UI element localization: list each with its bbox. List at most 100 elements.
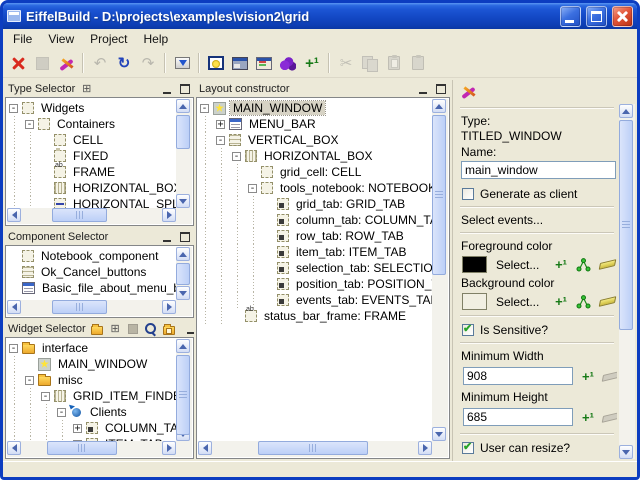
- panel-minimize-button[interactable]: [417, 84, 430, 95]
- scroll-down-button[interactable]: [176, 286, 190, 300]
- tile-view-button[interactable]: ⊞: [79, 82, 94, 97]
- scroll-right-button[interactable]: [162, 208, 176, 222]
- tree-row[interactable]: Notebook_component: [7, 248, 192, 264]
- scroll-up-button[interactable]: [176, 339, 190, 353]
- panel-maximize-button[interactable]: [178, 84, 191, 95]
- tree-row[interactable]: Basic_file_about_menu_bar: [7, 280, 192, 296]
- apply-recursive-icon[interactable]: [576, 258, 591, 272]
- title-bar[interactable]: EiffelBuild - D:\projects\examples\visio…: [3, 3, 637, 29]
- minimum-width-input[interactable]: [463, 367, 573, 385]
- menu-file[interactable]: File: [5, 30, 40, 48]
- vertical-scrollbar[interactable]: [432, 99, 448, 441]
- tree-row[interactable]: -tools_notebook: NOTEBOOK: [198, 180, 448, 196]
- scrollbar-thumb[interactable]: [176, 115, 190, 149]
- scroll-up-button[interactable]: [619, 104, 633, 118]
- minimize-button[interactable]: [560, 6, 581, 27]
- scroll-down-button[interactable]: [432, 427, 446, 441]
- collapse-icon[interactable]: -: [25, 376, 34, 385]
- select-events-button[interactable]: Select events...: [461, 213, 615, 227]
- panel-minimize-button[interactable]: [185, 324, 194, 335]
- scroll-left-button[interactable]: [198, 441, 212, 455]
- tree-row[interactable]: item_tab: ITEM_TAB: [198, 244, 448, 260]
- tree-row[interactable]: events_tab: EVENTS_TAB: [198, 292, 448, 308]
- expand-icon[interactable]: +: [73, 424, 82, 433]
- tree-row[interactable]: grid_tab: GRID_TAB: [198, 196, 448, 212]
- import-project-button[interactable]: [170, 51, 194, 75]
- tree-row[interactable]: FIXED: [7, 148, 192, 164]
- name-input[interactable]: [461, 161, 616, 179]
- paste-special-button[interactable]: [382, 51, 406, 75]
- scroll-left-button[interactable]: [7, 441, 21, 455]
- tree-row[interactable]: MAIN_WINDOW: [7, 356, 192, 372]
- scrollbar-thumb[interactable]: [432, 115, 446, 275]
- user-can-resize-checkbox[interactable]: ✔: [462, 442, 474, 454]
- scrollbar-thumb[interactable]: [52, 208, 107, 222]
- tree-row[interactable]: +COLUMN_TAB: [7, 420, 192, 436]
- close-button[interactable]: [612, 6, 633, 27]
- panel-minimize-button[interactable]: [161, 232, 174, 243]
- menu-project[interactable]: Project: [82, 30, 135, 48]
- scroll-left-button[interactable]: [7, 300, 21, 314]
- redo-button[interactable]: ↷: [136, 51, 160, 75]
- maximize-button[interactable]: [586, 6, 607, 27]
- scroll-down-button[interactable]: [619, 445, 633, 459]
- tree-row[interactable]: grid_cell: CELL: [198, 164, 448, 180]
- new-folder-button[interactable]: [162, 322, 177, 337]
- component-selector-header[interactable]: Component Selector: [5, 228, 194, 245]
- scroll-down-button[interactable]: [176, 194, 190, 208]
- panel-minimize-button[interactable]: [161, 84, 174, 95]
- delete-button[interactable]: [6, 51, 30, 75]
- build-tool-button[interactable]: [54, 51, 78, 75]
- vertical-scrollbar[interactable]: [176, 99, 192, 208]
- window-settings-button[interactable]: [204, 51, 228, 75]
- horizontal-scrollbar[interactable]: [7, 208, 176, 224]
- foreground-select-button[interactable]: Select...: [496, 258, 546, 272]
- window-editor-button[interactable]: [252, 51, 276, 75]
- search-button[interactable]: [144, 322, 159, 337]
- horizontal-scrollbar[interactable]: [7, 441, 176, 457]
- folder-button[interactable]: [90, 322, 105, 337]
- component-box-button[interactable]: [126, 322, 141, 337]
- tree-row[interactable]: column_tab: COLUMN_TAB: [198, 212, 448, 228]
- tree-row[interactable]: -Widgets: [7, 100, 192, 116]
- tree-row[interactable]: -misc: [7, 372, 192, 388]
- apply-recursive-icon[interactable]: [576, 295, 591, 309]
- tree-row[interactable]: FRAME: [7, 164, 192, 180]
- scroll-up-button[interactable]: [176, 99, 190, 113]
- collapse-icon[interactable]: -: [248, 184, 257, 193]
- build-tool-icon[interactable]: [460, 83, 477, 100]
- expand-all-button[interactable]: ⊞: [108, 322, 123, 337]
- scroll-up-button[interactable]: [432, 99, 446, 113]
- collapse-icon[interactable]: -: [9, 344, 18, 353]
- widget-selector-header[interactable]: Widget Selector ⊞: [5, 320, 194, 337]
- scroll-right-button[interactable]: [162, 441, 176, 455]
- properties-scrollbar[interactable]: [619, 104, 635, 459]
- menu-help[interactable]: Help: [136, 30, 177, 48]
- tree-row[interactable]: -Containers: [7, 116, 192, 132]
- panel-maximize-button[interactable]: [178, 232, 191, 243]
- builder-button[interactable]: [276, 51, 300, 75]
- tree-row[interactable]: -HORIZONTAL_BOX: [198, 148, 448, 164]
- eraser-icon[interactable]: [599, 296, 617, 307]
- add-one-button[interactable]: +¹: [300, 51, 324, 75]
- scrollbar-thumb[interactable]: [176, 355, 190, 435]
- generate-as-client-checkbox[interactable]: [462, 188, 474, 200]
- scroll-up-button[interactable]: [176, 247, 190, 261]
- scrollbar-thumb[interactable]: [52, 300, 107, 314]
- vertical-scrollbar[interactable]: [176, 339, 192, 441]
- collapse-icon[interactable]: -: [216, 136, 225, 145]
- tree-row[interactable]: +MENU_BAR: [198, 116, 448, 132]
- tree-row[interactable]: -MAIN_WINDOW: [198, 100, 448, 116]
- apply-once-icon[interactable]: +¹: [555, 296, 567, 308]
- collapse-icon[interactable]: -: [232, 152, 241, 161]
- expand-icon[interactable]: +: [216, 120, 225, 129]
- scrollbar-thumb[interactable]: [619, 120, 633, 330]
- tree-row[interactable]: CELL: [7, 132, 192, 148]
- collapse-icon[interactable]: -: [9, 104, 18, 113]
- minimum-height-input[interactable]: [463, 408, 573, 426]
- background-select-button[interactable]: Select...: [496, 295, 546, 309]
- save-button[interactable]: [30, 51, 54, 75]
- scroll-right-button[interactable]: [418, 441, 432, 455]
- menu-view[interactable]: View: [40, 30, 82, 48]
- apply-once-icon[interactable]: +¹: [555, 259, 567, 271]
